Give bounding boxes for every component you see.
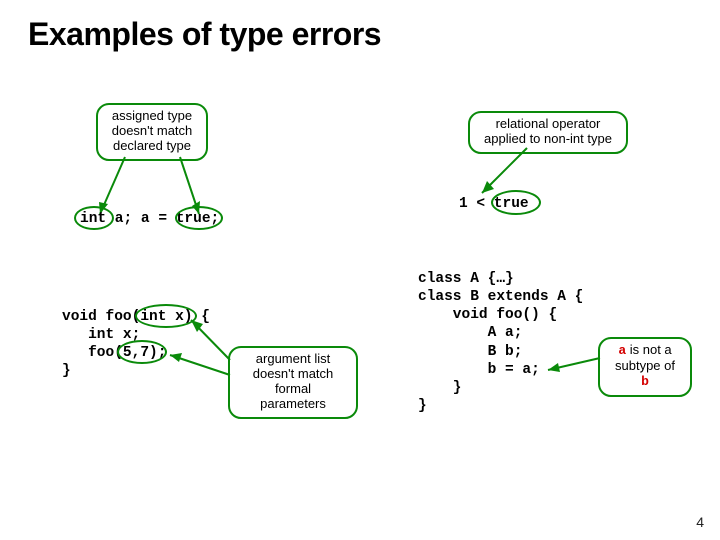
page-number: 4 <box>696 514 704 530</box>
pointer-line <box>0 0 720 540</box>
